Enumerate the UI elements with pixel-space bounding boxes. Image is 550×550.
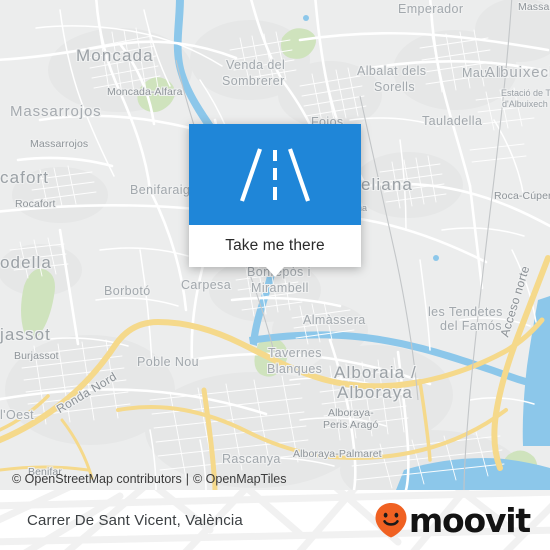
attribution-osm[interactable]: © OpenStreetMap contributors [12,472,182,486]
footer-content: Carrer De Sant Vicent, València moovit [0,490,550,550]
map-pin-smiley-icon [375,503,407,538]
take-me-there-button[interactable]: Take me there [225,237,325,255]
popup-image-panel [189,124,361,225]
map-canvas[interactable]: .wtr { fill:#8cc7ea; } .wtrl { stroke:#8… [0,0,550,490]
moovit-map-screenshot: .wtr { fill:#8cc7ea; } .wtrl { stroke:#8… [0,0,550,550]
place-address: Carrer De Sant Vicent, València [27,511,243,529]
map-attribution: © OpenStreetMap contributors | © OpenMap… [0,468,286,490]
place-popup-card[interactable]: Take me there [189,124,361,277]
road-icon [189,124,361,225]
popup-pointer-tail [266,267,284,277]
moovit-logo[interactable]: moovit [374,500,531,540]
attribution-tiles[interactable]: © OpenMapTiles [193,472,287,486]
footer-bar: Carrer De Sant Vicent, València moovit [0,490,550,550]
attribution-separator: | [185,472,189,486]
popup-action-bar[interactable]: Take me there [189,225,361,277]
moovit-wordmark: moovit [408,500,531,540]
